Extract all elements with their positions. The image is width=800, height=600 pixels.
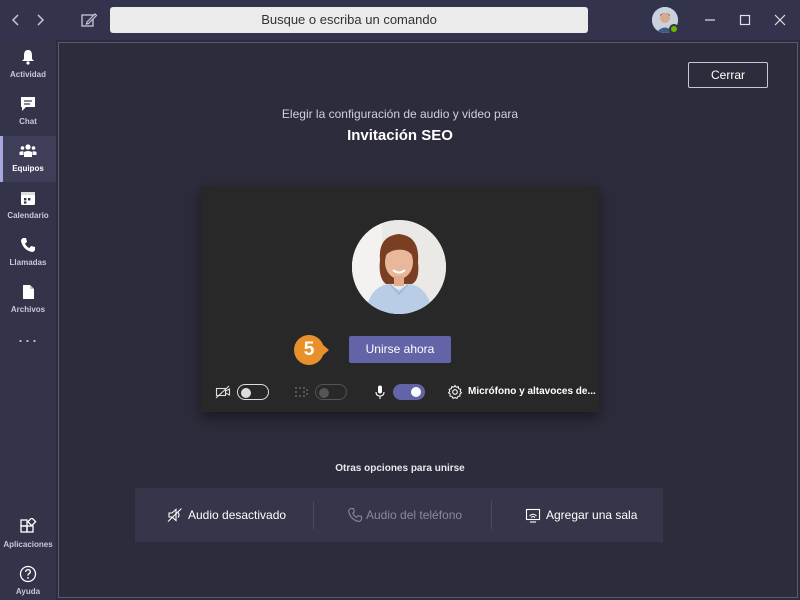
minimize-icon[interactable] — [700, 10, 720, 30]
background-blur-toggle[interactable] — [315, 384, 347, 400]
file-icon — [23, 285, 34, 299]
option-label: Audio desactivado — [188, 508, 287, 522]
rail-item-calendario[interactable]: Calendario — [0, 183, 56, 229]
step-number: 5 — [303, 339, 315, 360]
user-photo — [352, 220, 446, 314]
phone-audio-option: Audio del teléfono — [347, 488, 497, 542]
phone-icon — [348, 507, 363, 523]
page-title: Invitación SEO — [347, 127, 453, 144]
rail-label: Ayuda — [15, 587, 41, 596]
forward-arrow-icon[interactable] — [30, 10, 50, 30]
rail-label: Actividad — [9, 70, 46, 79]
calendar-icon — [21, 192, 35, 205]
divider — [313, 501, 314, 529]
rail-label: Llamadas — [9, 258, 47, 267]
rail-item-ayuda[interactable]: Ayuda — [0, 559, 56, 600]
join-now-button[interactable]: Unirse ahora — [349, 336, 451, 363]
rail-item-equipos[interactable]: Equipos — [0, 136, 56, 182]
help-icon — [19, 565, 37, 583]
camera-toggle[interactable] — [237, 384, 269, 400]
speaker-off-icon — [167, 508, 182, 522]
rail-label: Equipos — [12, 164, 44, 173]
other-options-title: Otras opciones para unirse — [335, 463, 465, 474]
more-apps-icon[interactable]: ··· — [0, 330, 56, 351]
rail-item-llamadas[interactable]: Llamadas — [0, 230, 56, 276]
rail-label: Aplicaciones — [3, 540, 53, 549]
rail-label: Calendario — [7, 211, 49, 220]
rail-item-aplicaciones[interactable]: Aplicaciones — [0, 512, 56, 558]
teams-icon — [19, 144, 37, 157]
cast-icon — [525, 508, 541, 523]
maximize-icon[interactable] — [735, 10, 755, 30]
close-button[interactable]: Cerrar — [688, 62, 768, 88]
pre-join-screen: Cerrar Elegir la configuración de audio … — [58, 42, 798, 598]
search-input[interactable]: Busque o escriba un comando — [110, 7, 588, 33]
apps-icon — [20, 518, 37, 533]
close-window-icon[interactable] — [770, 10, 790, 30]
title-bar: Busque o escriba un comando — [0, 0, 800, 40]
camera-off-icon — [215, 385, 231, 399]
microphone-toggle[interactable] — [393, 384, 425, 400]
rail-item-actividad[interactable]: Actividad — [0, 42, 56, 88]
presence-available-icon — [669, 24, 679, 34]
gear-icon[interactable] — [447, 384, 463, 400]
phone-icon — [21, 238, 35, 252]
audio-device-selector[interactable]: Micrófono y altavoces de... — [468, 386, 596, 397]
chat-icon — [21, 97, 35, 111]
back-arrow-icon[interactable] — [6, 10, 26, 30]
background-blur-icon — [295, 387, 308, 397]
rail-label: Chat — [19, 117, 37, 126]
page-subtitle: Elegir la configuración de audio y video… — [281, 107, 519, 121]
compose-icon[interactable] — [78, 9, 100, 31]
video-preview: 5 Unirse ahora Micrófono y altavoces de.… — [201, 186, 599, 412]
divider — [491, 501, 492, 529]
add-room-option[interactable]: Agregar una sala — [525, 488, 655, 542]
rail-item-archivos[interactable]: Archivos — [0, 277, 56, 323]
other-options-bar: Audio desactivado Audio del teléfono Agr… — [135, 488, 663, 542]
rail-item-chat[interactable]: Chat — [0, 89, 56, 135]
option-label: Audio del teléfono — [366, 508, 463, 522]
audio-off-option[interactable]: Audio desactivado — [167, 488, 317, 542]
app-rail: Actividad Chat Equipos Calendario Llamad… — [0, 40, 56, 600]
bell-icon — [22, 50, 34, 65]
option-label: Agregar una sala — [546, 508, 638, 522]
microphone-icon — [375, 385, 385, 399]
rail-label: Archivos — [10, 305, 46, 314]
